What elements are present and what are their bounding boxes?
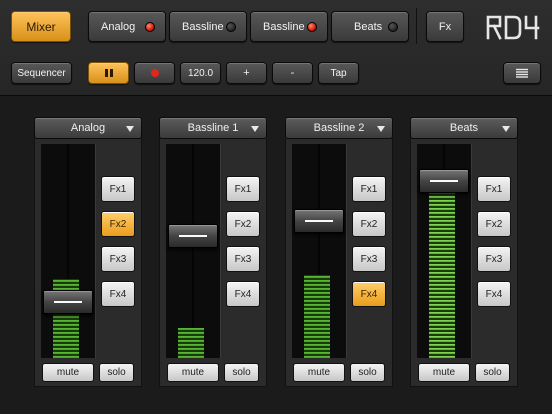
solo-button[interactable]: solo	[224, 363, 259, 382]
level-meter	[304, 275, 330, 358]
fx-send-button-4[interactable]: Fx4	[226, 281, 260, 307]
fx-send-button-2[interactable]: Fx2	[352, 211, 386, 237]
channel-strip: Beats Fx1 Fx2 Fx3 Fx4 mute solo	[410, 117, 518, 387]
tab-label: Analog	[101, 20, 136, 33]
volume-fader-handle[interactable]	[168, 224, 218, 248]
mute-button[interactable]: mute	[167, 363, 219, 382]
solo-button[interactable]: solo	[475, 363, 510, 382]
channel-body: Fx1 Fx2 Fx3 Fx4 mute solo	[159, 139, 267, 387]
top-toolbar: Mixer Analog Bassline 1 Bassline 2 Beats…	[0, 0, 552, 96]
volume-fader-handle[interactable]	[43, 290, 93, 314]
volume-fader-track[interactable]	[166, 144, 221, 358]
divider	[416, 8, 417, 44]
tab-bassline-2[interactable]: Bassline 2	[250, 11, 328, 42]
fader-rail	[192, 144, 194, 358]
channel-instrument-select[interactable]: Bassline 2	[285, 117, 393, 139]
led-indicator-icon	[226, 21, 236, 32]
dropdown-arrow-icon	[126, 126, 134, 132]
level-meter	[178, 328, 204, 358]
fx-send-button-4[interactable]: Fx4	[352, 281, 386, 307]
channel-instrument-select[interactable]: Beats	[410, 117, 518, 139]
fx-send-button-1[interactable]: Fx1	[477, 176, 511, 202]
tab-bassline-1[interactable]: Bassline 1	[169, 11, 247, 42]
tempo-minus-button[interactable]: -	[272, 62, 313, 84]
volume-fader-track[interactable]	[417, 144, 472, 358]
fx-send-button-1[interactable]: Fx1	[352, 176, 386, 202]
channel-strip: Analog Fx1 Fx2 Fx3 Fx4 mute solo	[34, 117, 142, 387]
fx-send-button-4[interactable]: Fx4	[477, 281, 511, 307]
fx-send-button-2[interactable]: Fx2	[477, 211, 511, 237]
dropdown-arrow-icon	[377, 126, 385, 132]
tap-tempo-button[interactable]: Tap	[318, 62, 359, 84]
dropdown-arrow-icon	[502, 126, 510, 132]
channel-body: Fx1 Fx2 Fx3 Fx4 mute solo	[285, 139, 393, 387]
channel-name: Bassline 1	[187, 122, 239, 134]
volume-fader-handle[interactable]	[294, 209, 344, 233]
tempo-plus-button[interactable]: +	[226, 62, 267, 84]
channel-body: Fx1 Fx2 Fx3 Fx4 mute solo	[410, 139, 518, 387]
pause-button[interactable]	[88, 62, 129, 84]
fx-send-button-4[interactable]: Fx4	[101, 281, 135, 307]
fx-send-button-2[interactable]: Fx2	[226, 211, 260, 237]
volume-fader-handle[interactable]	[419, 169, 469, 193]
volume-fader-track[interactable]	[292, 144, 347, 358]
fx-send-button-1[interactable]: Fx1	[101, 176, 135, 202]
channel-strip: Bassline 1 Fx1 Fx2 Fx3 Fx4 mute solo	[159, 117, 267, 387]
channel-name: Analog	[70, 122, 106, 134]
dropdown-arrow-icon	[251, 126, 259, 132]
mixer-button[interactable]: Mixer	[11, 11, 71, 42]
menu-button[interactable]	[503, 62, 541, 84]
mute-button[interactable]: mute	[42, 363, 94, 382]
mute-button[interactable]: mute	[418, 363, 470, 382]
fx-button[interactable]: Fx	[426, 11, 464, 42]
led-indicator-icon	[307, 21, 317, 32]
fx-send-button-1[interactable]: Fx1	[226, 176, 260, 202]
channel-body: Fx1 Fx2 Fx3 Fx4 mute solo	[34, 139, 142, 387]
sequencer-button[interactable]: Sequencer	[11, 62, 72, 84]
level-meter	[429, 176, 455, 358]
fx-send-button-3[interactable]: Fx3	[477, 246, 511, 272]
solo-button[interactable]: solo	[350, 363, 385, 382]
fx-send-button-3[interactable]: Fx3	[226, 246, 260, 272]
fx-send-button-3[interactable]: Fx3	[352, 246, 386, 272]
solo-button[interactable]: solo	[99, 363, 134, 382]
channel-name: Bassline 2	[313, 122, 365, 134]
menu-icon	[516, 68, 528, 78]
channel-name: Beats	[449, 122, 479, 134]
led-indicator-icon	[388, 21, 398, 32]
tab-beats[interactable]: Beats	[331, 11, 409, 42]
tab-label: Beats	[354, 20, 383, 33]
rd4-logo-icon	[486, 15, 540, 40]
led-indicator-icon	[145, 21, 155, 32]
volume-fader-track[interactable]	[41, 144, 96, 358]
channel-strip: Bassline 2 Fx1 Fx2 Fx3 Fx4 mute solo	[285, 117, 393, 387]
channel-instrument-select[interactable]: Bassline 1	[159, 117, 267, 139]
fx-send-button-2[interactable]: Fx2	[101, 211, 135, 237]
tempo-display[interactable]: 120.0	[180, 62, 221, 84]
tab-analog[interactable]: Analog	[88, 11, 166, 42]
record-icon	[150, 69, 159, 77]
fx-send-button-3[interactable]: Fx3	[101, 246, 135, 272]
channel-instrument-select[interactable]: Analog	[34, 117, 142, 139]
pause-icon	[104, 69, 113, 77]
record-button[interactable]	[134, 62, 175, 84]
mute-button[interactable]: mute	[293, 363, 345, 382]
